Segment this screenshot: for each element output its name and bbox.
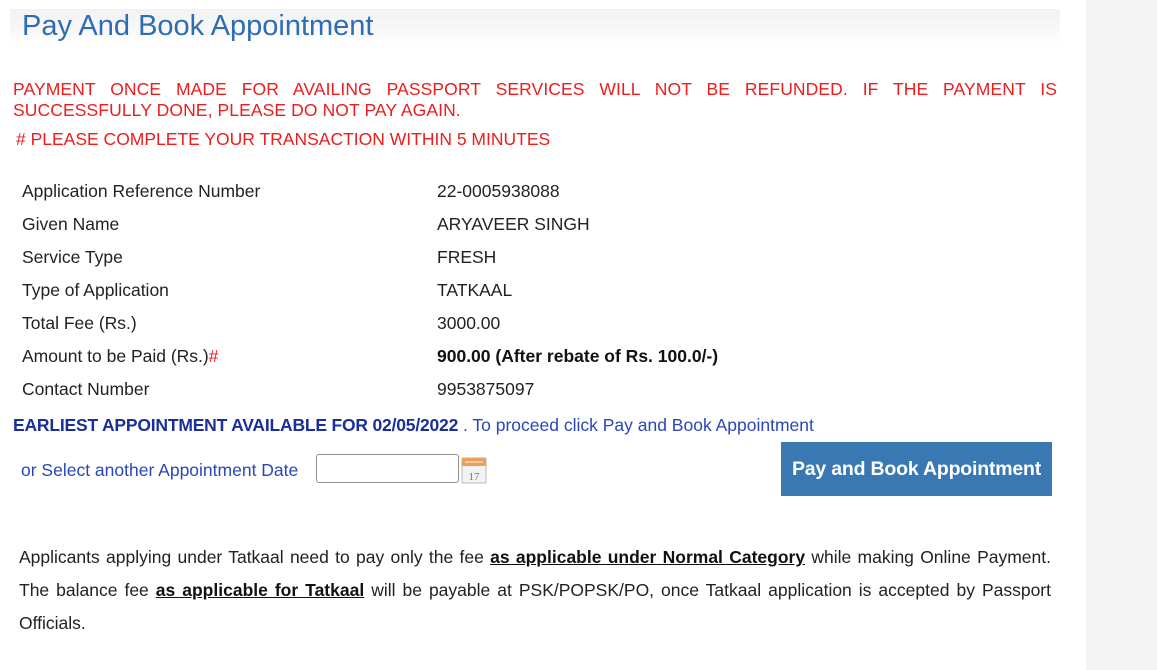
refund-warning: PAYMENT ONCE MADE FOR AVAILING PASSPORT … xyxy=(13,79,1057,120)
detail-value: 9953875097 xyxy=(437,379,535,399)
detail-label: Amount to be Paid (Rs.)# xyxy=(22,345,218,367)
page-right-margin xyxy=(1086,0,1157,670)
footnote-mark: # xyxy=(208,346,219,366)
detail-value: 3000.00 xyxy=(437,313,501,333)
detail-label: Total Fee (Rs.) xyxy=(22,313,137,333)
calendar-icon-day: 17 xyxy=(469,471,481,483)
detail-value: TATKAAL xyxy=(437,280,513,300)
earliest-appointment-line: EARLIEST APPOINTMENT AVAILABLE FOR 02/05… xyxy=(13,414,814,436)
detail-label: Given Name xyxy=(22,214,120,234)
timeout-warning: # PLEASE COMPLETE YOUR TRANSACTION WITHI… xyxy=(16,129,551,149)
page-title: Pay And Book Appointment xyxy=(22,10,374,42)
select-date-label: or Select another Appointment Date xyxy=(21,460,299,480)
detail-row-contact: Contact Number 9953875097 xyxy=(22,378,922,400)
detail-label: Contact Number xyxy=(22,379,150,399)
detail-label: Service Type xyxy=(22,247,123,267)
detail-value: FRESH xyxy=(437,247,497,267)
detail-label: Application Reference Number xyxy=(22,181,261,201)
detail-value: 900.00 (After rebate of Rs. 100.0/-) xyxy=(437,346,719,366)
title-bar: Pay And Book Appointment xyxy=(10,9,1060,45)
normal-category-emphasis: as applicable under Normal Category xyxy=(490,547,806,567)
calendar-icon[interactable]: 17 xyxy=(461,456,487,484)
detail-row-given-name: Given Name ARYAVEER SINGH xyxy=(22,213,922,235)
earliest-appointment-text: EARLIEST APPOINTMENT AVAILABLE FOR 02/05… xyxy=(13,415,459,435)
note-text: Applicants applying under Tatkaal need t… xyxy=(19,547,491,567)
tatkaal-fee-note: Applicants applying under Tatkaal need t… xyxy=(19,541,1051,640)
detail-row-reference: Application Reference Number 22-00059380… xyxy=(22,180,922,202)
detail-value: 22-0005938088 xyxy=(437,181,560,201)
detail-row-amount-to-pay: Amount to be Paid (Rs.)# 900.00 (After r… xyxy=(22,345,922,367)
detail-row-service-type: Service Type FRESH xyxy=(22,246,922,268)
detail-label-text: Amount to be Paid (Rs.) xyxy=(22,346,209,366)
detail-row-application-type: Type of Application TATKAAL xyxy=(22,279,922,301)
tatkaal-fee-emphasis: as applicable for Tatkaal xyxy=(155,580,365,600)
detail-value: ARYAVEER SINGH xyxy=(437,214,590,234)
detail-row-total-fee: Total Fee (Rs.) 3000.00 xyxy=(22,312,922,334)
proceed-instruction: . To proceed click Pay and Book Appointm… xyxy=(458,415,814,435)
pay-and-book-button[interactable]: Pay and Book Appointment xyxy=(781,442,1052,496)
appointment-date-input[interactable] xyxy=(316,454,459,483)
detail-label: Type of Application xyxy=(22,280,169,300)
